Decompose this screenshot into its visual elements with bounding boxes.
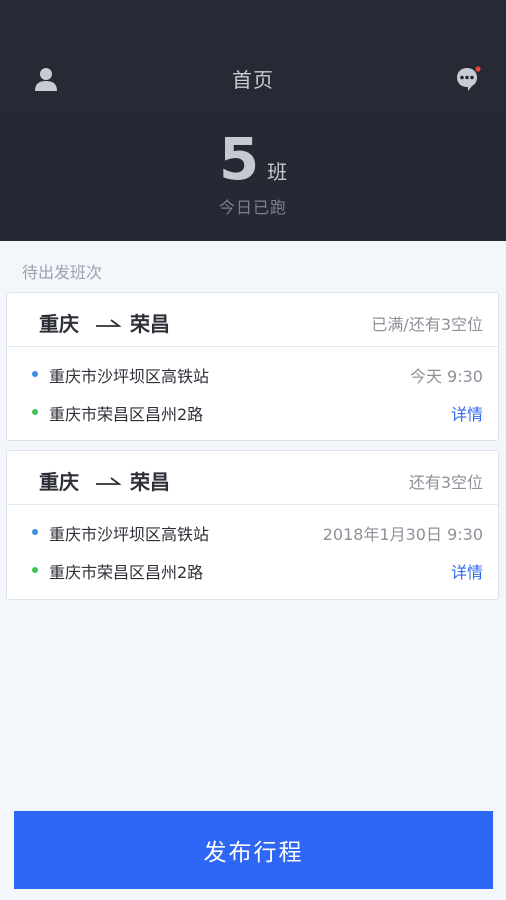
header: 首页 5班 今日已跑	[0, 0, 506, 241]
seat-status: 还有3空位	[408, 473, 483, 492]
detail-link[interactable]: 详情	[451, 401, 483, 425]
trip-card[interactable]: 重庆 荣昌 已满/还有3空位 重庆市沙坪坝区高铁站 今天 9:30 重庆市荣昌区…	[6, 292, 499, 441]
origin-stop-row: 重庆市沙坪坝区高铁站 今天 9:30	[7, 359, 498, 389]
origin-dot-icon	[32, 371, 38, 377]
trip-card[interactable]: 重庆 荣昌 还有3空位 重庆市沙坪坝区高铁站 2018年1月30日 9:30 重…	[6, 450, 499, 600]
destination-stop-row: 重庆市荣昌区昌州2路 详情	[7, 397, 498, 427]
section-title: 待出发班次	[22, 263, 103, 282]
trip-count: 5	[218, 125, 260, 193]
route-origin: 重庆	[39, 312, 79, 336]
route-destination: 荣昌	[130, 312, 170, 336]
trip-card-header: 重庆 荣昌 已满/还有3空位	[7, 293, 498, 347]
trip-card-header: 重庆 荣昌 还有3空位	[7, 451, 498, 505]
arrow-right-icon	[95, 472, 122, 485]
route-origin: 重庆	[39, 470, 79, 494]
daily-count: 5班	[0, 126, 506, 192]
origin-dot-icon	[32, 529, 38, 535]
destination-dot-icon	[32, 567, 38, 573]
origin-stop: 重庆市沙坪坝区高铁站	[49, 367, 210, 386]
page-title: 首页	[232, 68, 274, 92]
departure-time: 今天 9:30	[409, 367, 483, 386]
destination-stop: 重庆市荣昌区昌州2路	[49, 563, 204, 582]
origin-stop: 重庆市沙坪坝区高铁站	[49, 525, 210, 544]
trip-count-unit: 班	[267, 160, 288, 184]
route-destination: 荣昌	[130, 470, 170, 494]
arrow-right-icon	[95, 314, 122, 327]
destination-stop-row: 重庆市荣昌区昌州2路 详情	[7, 555, 498, 585]
message-icon[interactable]	[455, 66, 481, 92]
notification-badge-icon	[475, 66, 481, 72]
destination-stop: 重庆市荣昌区昌州2路	[49, 405, 204, 424]
departure-time: 2018年1月30日 9:30	[322, 525, 483, 544]
origin-stop-row: 重庆市沙坪坝区高铁站 2018年1月30日 9:30	[7, 517, 498, 547]
detail-link[interactable]: 详情	[451, 559, 483, 583]
trip-count-label: 今日已跑	[218, 198, 287, 217]
seat-status: 已满/还有3空位	[371, 315, 483, 334]
publish-trip-button[interactable]: 发布行程	[14, 811, 493, 889]
nav-bar: 首页	[0, 0, 506, 110]
destination-dot-icon	[32, 409, 38, 415]
